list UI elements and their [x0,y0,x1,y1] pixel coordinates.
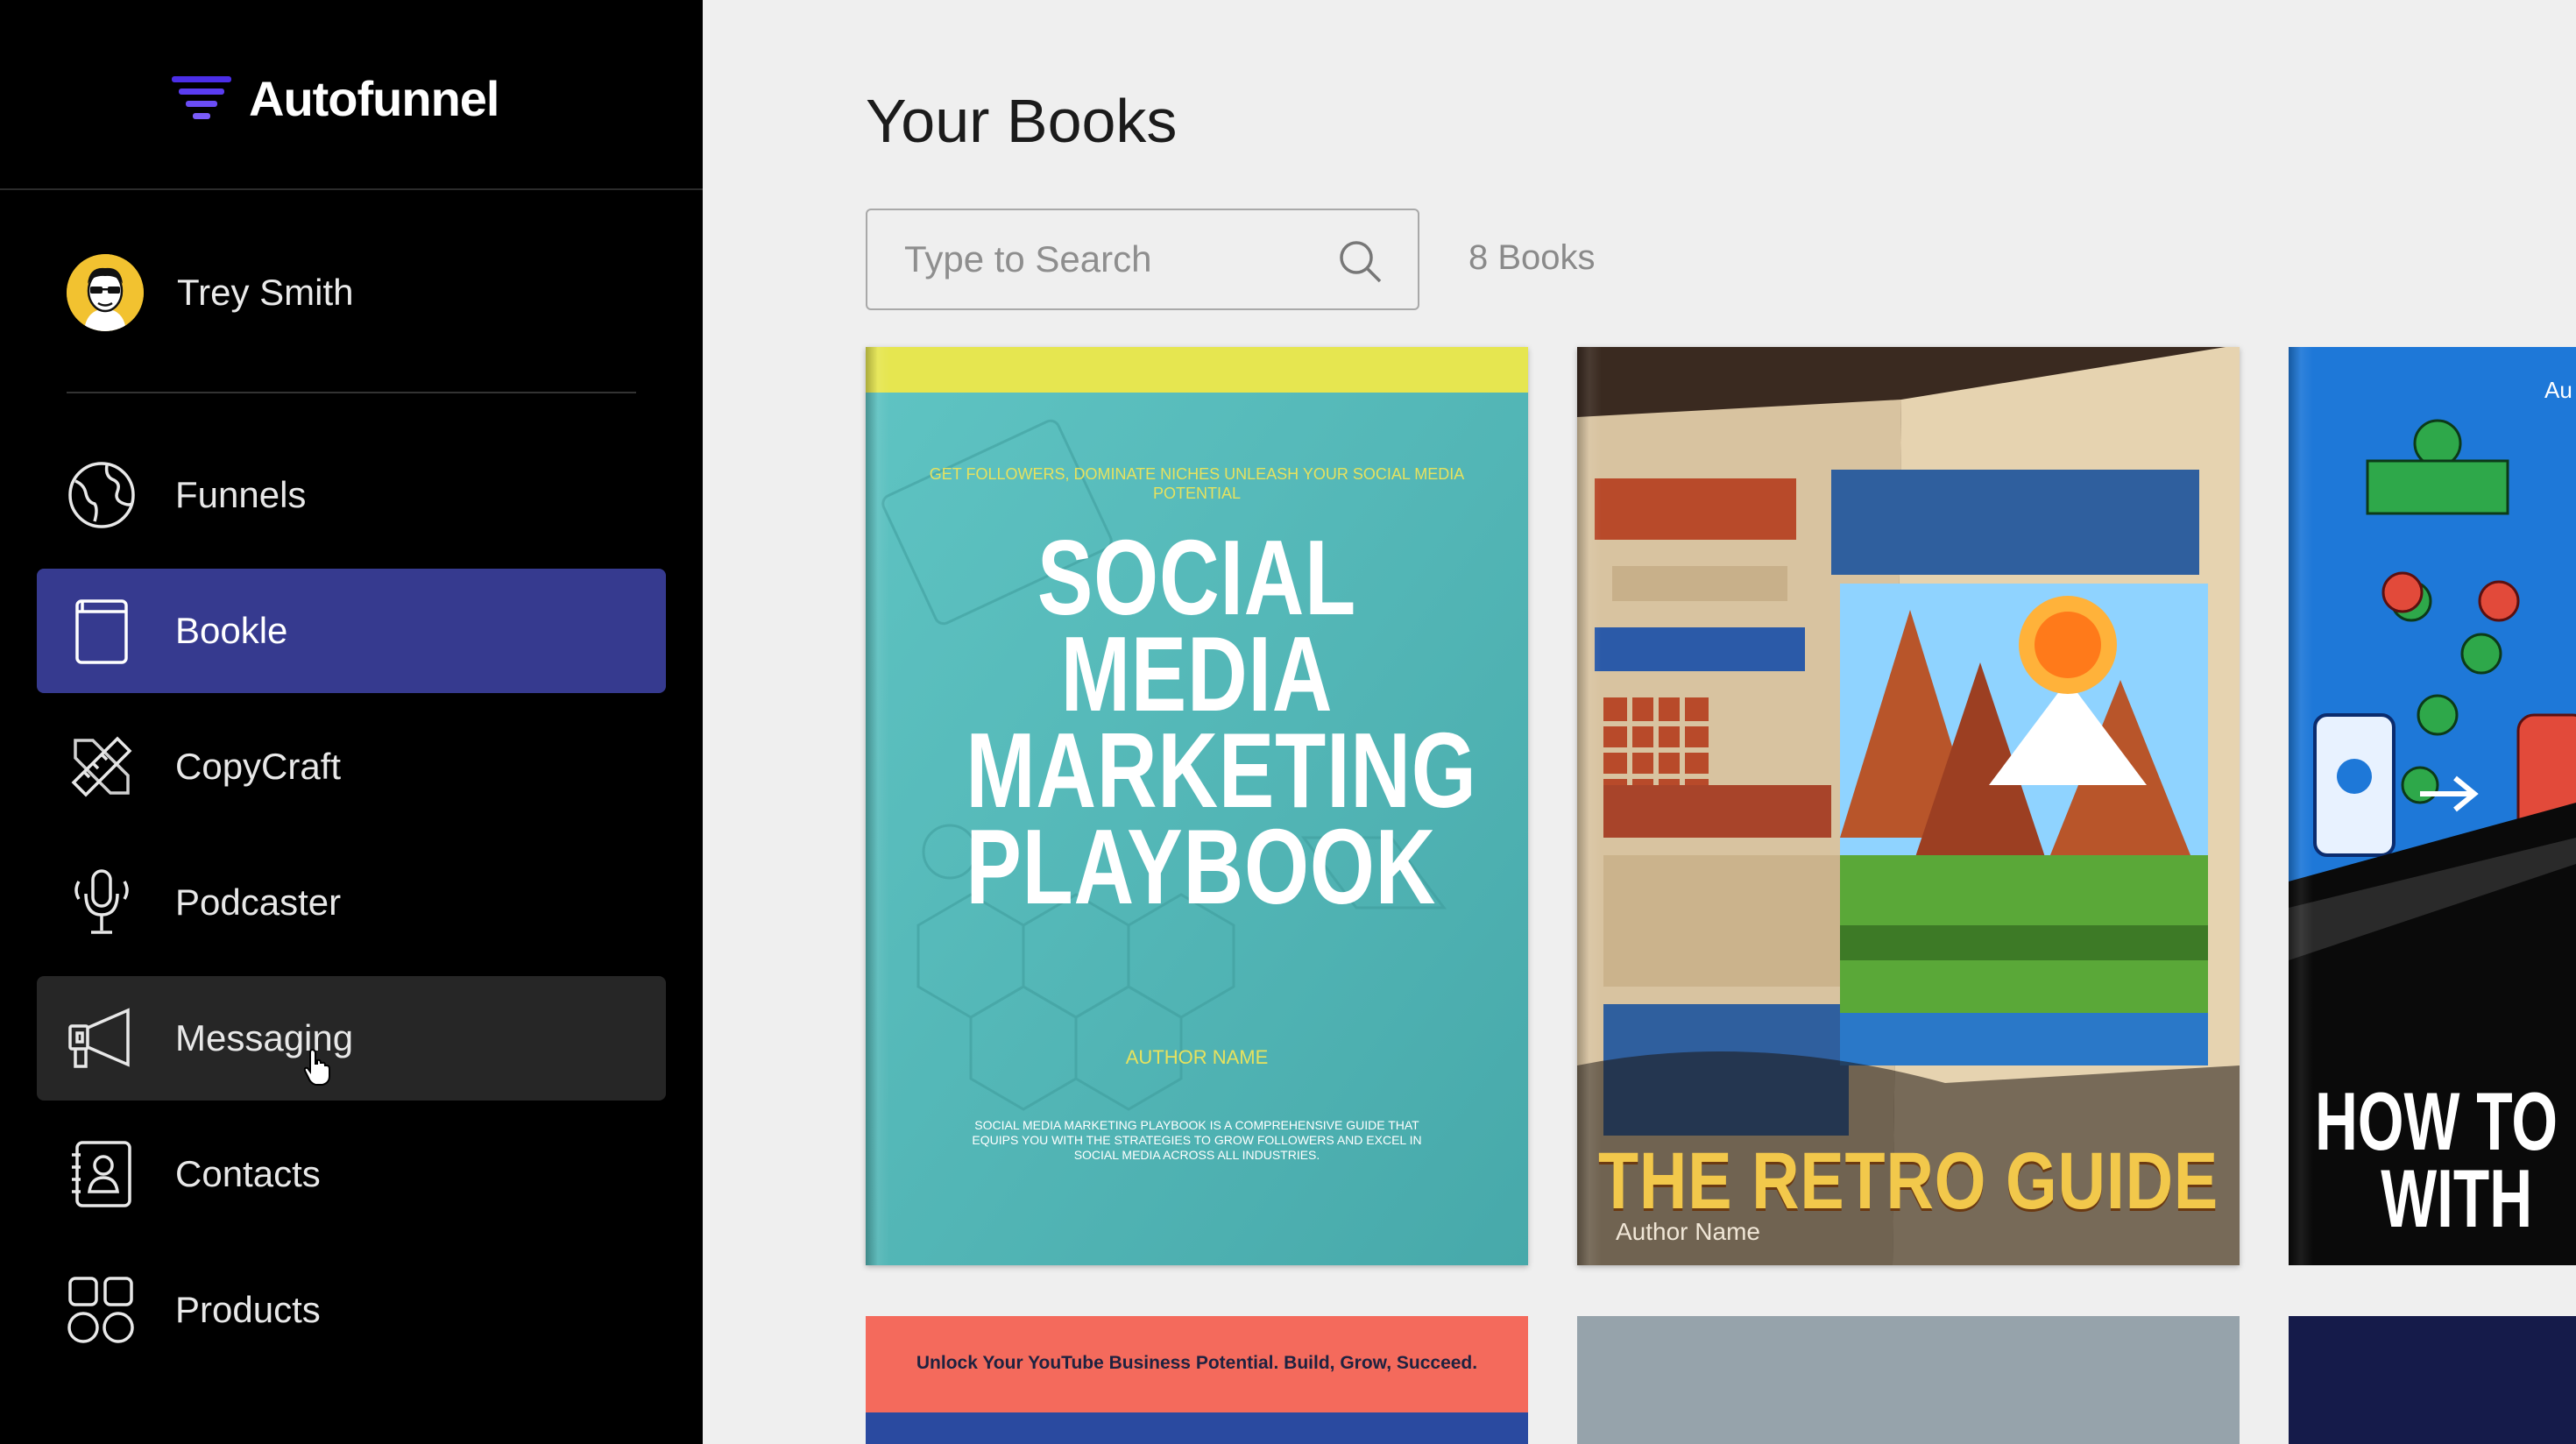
avatar[interactable] [67,254,144,331]
search-box[interactable] [866,209,1419,310]
sidebar-item-copycraft[interactable]: CopyCraft [37,704,666,829]
sidebar-item-label: Funnels [175,474,307,515]
sidebar-item-label: CopyCraft [175,746,342,787]
avatar-illustration-icon [67,254,144,331]
sidebar-item-label: Bookle [175,610,288,651]
user-name: Trey Smith [177,272,354,313]
book-spine [866,347,890,1265]
book-count: 8 Books [1468,238,1596,277]
sidebar-item-podcaster[interactable]: Podcaster [37,840,666,965]
contact-book-icon [67,1139,137,1209]
grid-shapes-icon [67,1275,137,1345]
page-title: Your Books [866,87,1178,155]
sidebar-item-label: Podcaster [175,881,342,923]
search-icon[interactable] [1337,238,1383,284]
funnel-logo-icon [172,76,231,119]
book-banner: Unlock Your YouTube Business Potential. … [916,1353,1478,1373]
globe-icon [67,460,137,530]
book-title: SOCIAL MEDIA MARKETING PLAYBOOK [966,518,1477,926]
retro-guide-cover-art [1577,347,2240,1265]
sidebar-item-label: Products [175,1289,321,1330]
book-card[interactable] [2289,1316,2576,1444]
microphone-icon [67,867,137,938]
pencil-ruler-icon [67,732,137,802]
main-content: Your Books 8 Books [703,0,2576,1444]
sidebar: Autofunnel Trey Smith Funnels Bookle Cop… [0,0,703,1444]
brand-name: Autofunnel [249,70,499,126]
book-card[interactable]: THE RETRO GUIDE Author Name [1577,347,2240,1265]
book-description: Social Media Marketing Playbook is a com… [972,1118,1422,1162]
brand-logo[interactable]: Autofunnel [172,70,499,126]
book-author: Author Name [1616,1218,1760,1245]
sidebar-item-label: Contacts [175,1153,321,1194]
sidebar-nav: Funnels Bookle CopyCraft Podcaster Messa… [37,433,666,1384]
book-card[interactable]: Get followers, dominate niches unleash y… [866,347,1528,1265]
pointer-cursor-icon [303,1048,330,1086]
user-profile[interactable]: Trey Smith [67,254,353,331]
divider [67,392,636,393]
divider [0,188,703,190]
book-tagline: Get followers, dominate niches unleash y… [929,465,1465,502]
book-corner-text: Au [2544,377,2572,403]
book-spine [2289,347,2313,1265]
cover-band [866,1412,1528,1444]
book-card[interactable]: Unlock Your YouTube Business Potential. … [866,1316,1528,1444]
book-title: THE RETRO GUIDE [1598,1136,2219,1226]
book-icon [67,596,137,666]
book-title: HOW TO M WITH [2315,1075,2576,1244]
sidebar-item-funnels[interactable]: Funnels [37,433,666,557]
book-card[interactable]: Au HOW TO M WITH [2289,347,2576,1265]
search-input[interactable] [904,238,1342,280]
sidebar-item-bookle[interactable]: Bookle [37,569,666,693]
book-author: AUTHOR NAME [1125,1046,1269,1068]
book-spine [1577,347,1602,1265]
cover-band [866,347,1528,393]
megaphone-icon [67,1003,137,1073]
book-card[interactable] [1577,1316,2240,1444]
sidebar-item-messaging[interactable]: Messaging [37,976,666,1101]
sidebar-item-products[interactable]: Products [37,1248,666,1372]
sidebar-item-contacts[interactable]: Contacts [37,1112,666,1236]
